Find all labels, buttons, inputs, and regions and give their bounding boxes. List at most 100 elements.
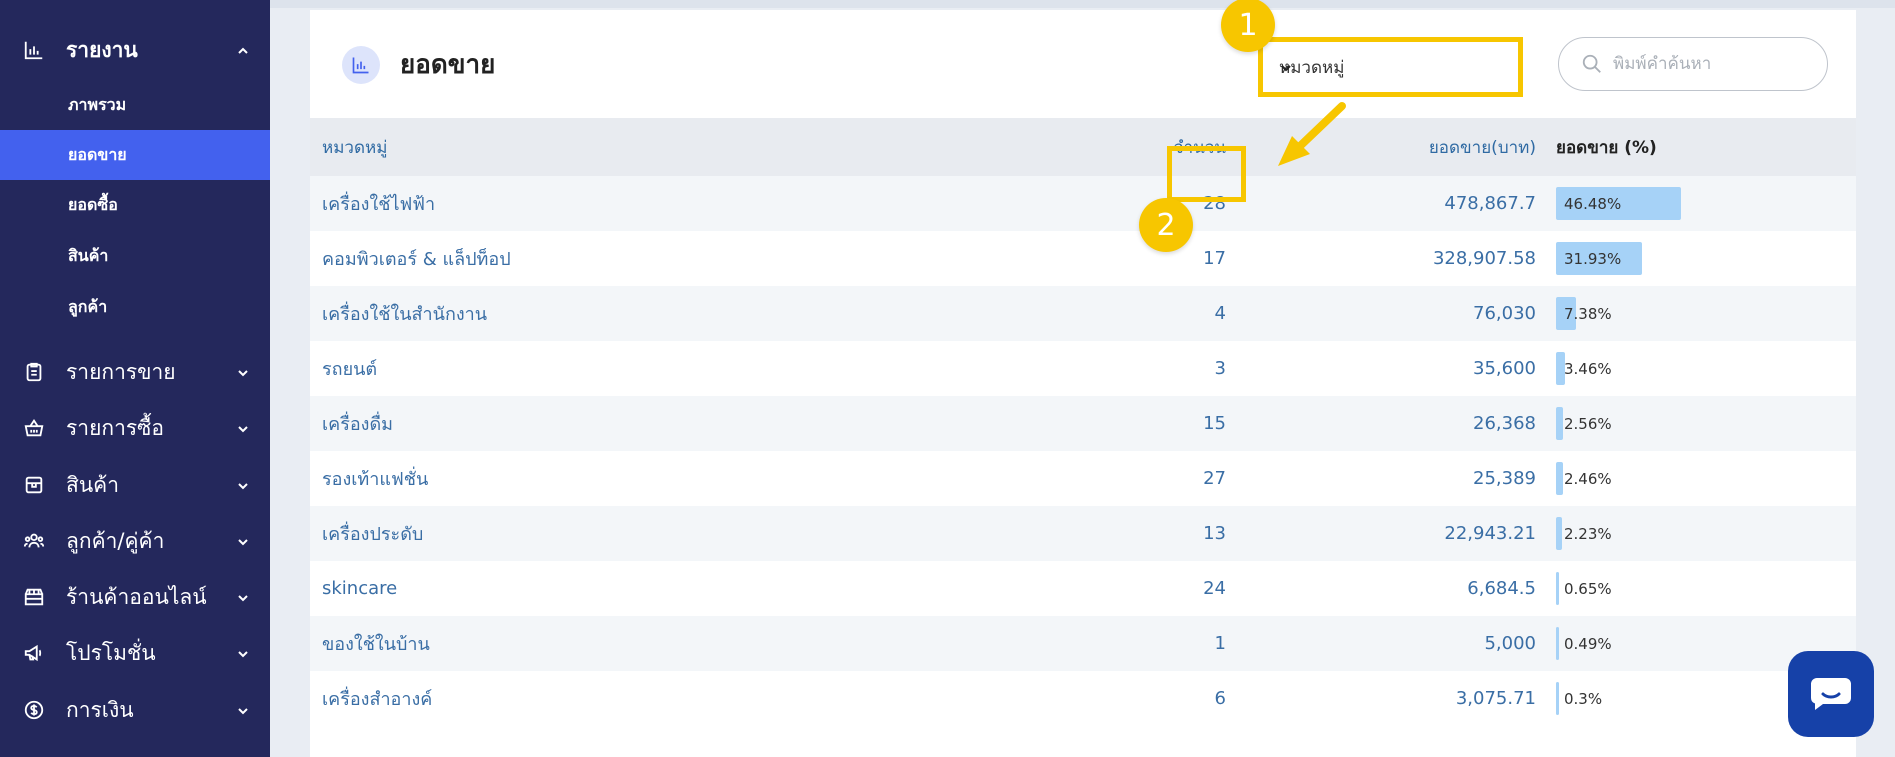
step-badge-2: 2 <box>1139 198 1193 252</box>
cell-category[interactable]: เครื่องดื่ม <box>322 396 393 451</box>
sidebar: รายงาน ภาพรวม ยอดขาย ยอดซื้อ สินค้า ลูกค… <box>0 0 270 757</box>
cell-category[interactable]: เครื่องใช้ในสำนักงาน <box>322 286 487 341</box>
cell-sales: 22,943.21 <box>1444 523 1536 544</box>
percent-label: 0.49% <box>1564 634 1612 653</box>
sidebar-subitem-sales[interactable]: ยอดขาย <box>0 130 270 180</box>
percent-label: 2.56% <box>1564 414 1612 433</box>
cell-sales: 26,368 <box>1473 413 1536 434</box>
search-box[interactable] <box>1558 37 1828 91</box>
sidebar-item-purchase-list[interactable]: รายการซื้อ <box>0 408 270 448</box>
sidebar-subitem-label: ภาพรวม <box>68 94 127 114</box>
cell-category[interactable]: คอมพิวเตอร์ & แล็ปท็อป <box>322 231 511 286</box>
sidebar-subitem-purchases[interactable]: ยอดซื้อ <box>0 180 270 230</box>
percent-bar <box>1556 572 1559 605</box>
sidebar-item-label: ร้านค้าออนไลน์ <box>66 584 207 609</box>
table-row[interactable]: เครื่องใช้ไฟฟ้า 28 478,867.7 46.48% <box>310 176 1856 231</box>
table-header: หมวดหมู่ จำนวน ยอดขาย(บาท) ยอดขาย (%) <box>310 118 1856 176</box>
sidebar-item-customers[interactable]: ลูกค้า/คู่ค้า <box>0 521 270 561</box>
users-icon <box>22 529 46 553</box>
percent-label: 3.46% <box>1564 359 1612 378</box>
cell-sales: 5,000 <box>1484 633 1536 654</box>
chat-button[interactable] <box>1788 651 1874 737</box>
cell-sales: 25,389 <box>1473 468 1536 489</box>
sidebar-item-online-store[interactable]: ร้านค้าออนไลน์ <box>0 577 270 617</box>
cell-sales: 35,600 <box>1473 358 1536 379</box>
cell-count: 3 <box>1214 358 1226 379</box>
sidebar-item-label: ลูกค้า/คู่ค้า <box>66 528 165 553</box>
cell-count: 13 <box>1203 523 1226 544</box>
box-icon <box>22 473 46 497</box>
chevron-down-icon <box>236 421 250 435</box>
sidebar-subitem-products[interactable]: สินค้า <box>0 231 270 281</box>
chevron-down-icon <box>236 646 250 660</box>
cell-category[interactable]: รถยนต์ <box>322 341 377 396</box>
megaphone-icon <box>22 641 46 665</box>
table-row[interactable]: ของใช้ในบ้าน 1 5,000 0.49% <box>310 616 1856 671</box>
group-by-select[interactable]: หมวดหมู่ <box>1258 37 1523 97</box>
sidebar-subitem-label: ยอดขาย <box>68 144 127 164</box>
column-header-category[interactable]: หมวดหมู่ <box>322 118 387 176</box>
clipboard-icon <box>22 360 46 384</box>
count-highlight-box <box>1167 146 1246 202</box>
percent-label: 31.93% <box>1564 249 1622 268</box>
cell-count: 6 <box>1214 688 1226 709</box>
cell-sales: 3,075.71 <box>1455 688 1536 709</box>
column-header-percent[interactable]: ยอดขาย (%) <box>1556 118 1657 176</box>
chevron-down-icon <box>236 365 250 379</box>
percent-label: 7.38% <box>1564 304 1612 323</box>
percent-label: 2.46% <box>1564 469 1612 488</box>
cell-category[interactable]: เครื่องใช้ไฟฟ้า <box>322 176 435 231</box>
sidebar-subitem-customers[interactable]: ลูกค้า <box>0 282 270 332</box>
cell-sales: 6,684.5 <box>1467 578 1536 599</box>
sidebar-subitem-label: ยอดซื้อ <box>68 194 118 214</box>
table-row[interactable]: เครื่องใช้ในสำนักงาน 4 76,030 7.38% <box>310 286 1856 341</box>
table-row[interactable]: skincare 24 6,684.5 0.65% <box>310 561 1856 616</box>
sidebar-item-label: การเงิน <box>66 697 134 722</box>
sidebar-subitem-label: สินค้า <box>68 245 109 265</box>
cell-count: 4 <box>1214 303 1226 324</box>
page-title: ยอดขาย <box>400 50 496 80</box>
sidebar-item-products[interactable]: สินค้า <box>0 465 270 505</box>
percent-bar <box>1556 517 1563 550</box>
table-row[interactable]: รองเท้าแฟชั่น 27 25,389 2.46% <box>310 451 1856 506</box>
dollar-icon <box>22 698 46 722</box>
bar-chart-icon <box>342 46 380 84</box>
arrow-indicator <box>1278 102 1346 166</box>
percent-label: 46.48% <box>1564 194 1622 213</box>
basket-icon <box>22 416 46 440</box>
sidebar-item-label: รายการซื้อ <box>66 415 165 440</box>
cell-category[interactable]: รองเท้าแฟชั่น <box>322 451 428 506</box>
sidebar-item-finance[interactable]: การเงิน <box>0 690 270 730</box>
select-inner: หมวดหมู่ <box>1267 46 1514 88</box>
cell-count: 27 <box>1203 468 1226 489</box>
sidebar-item-label: โปรโมชั่น <box>66 640 156 665</box>
table-row[interactable]: เครื่องประดับ 13 22,943.21 2.23% <box>310 506 1856 561</box>
table-row[interactable]: รถยนต์ 3 35,600 3.46% <box>310 341 1856 396</box>
sidebar-item-promotion[interactable]: โปรโมชั่น <box>0 633 270 673</box>
sales-report-panel: ยอดขาย หมวดหมู่ หมวดหมู่ จำนวน ยอดขาย(บา… <box>310 10 1856 757</box>
chevron-down-icon <box>236 478 250 492</box>
cell-sales: 328,907.58 <box>1432 248 1536 269</box>
table-row[interactable]: เครื่องดื่ม 15 26,368 2.56% <box>310 396 1856 451</box>
cell-category[interactable]: เครื่องประดับ <box>322 506 423 561</box>
sidebar-item-label: รายงาน <box>66 37 138 62</box>
chat-icon <box>1811 678 1851 710</box>
sidebar-item-sales-list[interactable]: รายการขาย <box>0 352 270 392</box>
sidebar-item-report[interactable]: รายงาน <box>0 30 270 70</box>
top-strip <box>270 0 1895 8</box>
sidebar-subitem-label: ลูกค้า <box>68 296 108 316</box>
chevron-down-icon <box>236 703 250 717</box>
sidebar-subitem-overview[interactable]: ภาพรวม <box>0 80 270 130</box>
cell-count: 1 <box>1214 633 1226 654</box>
search-input[interactable] <box>1613 54 1813 74</box>
search-icon <box>1581 53 1603 75</box>
percent-bar <box>1556 682 1559 715</box>
cell-count: 15 <box>1203 413 1226 434</box>
cell-category[interactable]: ของใช้ในบ้าน <box>322 616 430 671</box>
table-row[interactable]: คอมพิวเตอร์ & แล็ปท็อป 17 328,907.58 31.93% <box>310 231 1856 286</box>
cell-category[interactable]: เครื่องสำอางค์ <box>322 671 432 726</box>
cell-category[interactable]: skincare <box>322 561 397 616</box>
store-icon <box>22 585 46 609</box>
table-row[interactable]: เครื่องสำอางค์ 6 3,075.71 0.3% <box>310 671 1856 726</box>
sidebar-item-label: รายการขาย <box>66 359 176 384</box>
